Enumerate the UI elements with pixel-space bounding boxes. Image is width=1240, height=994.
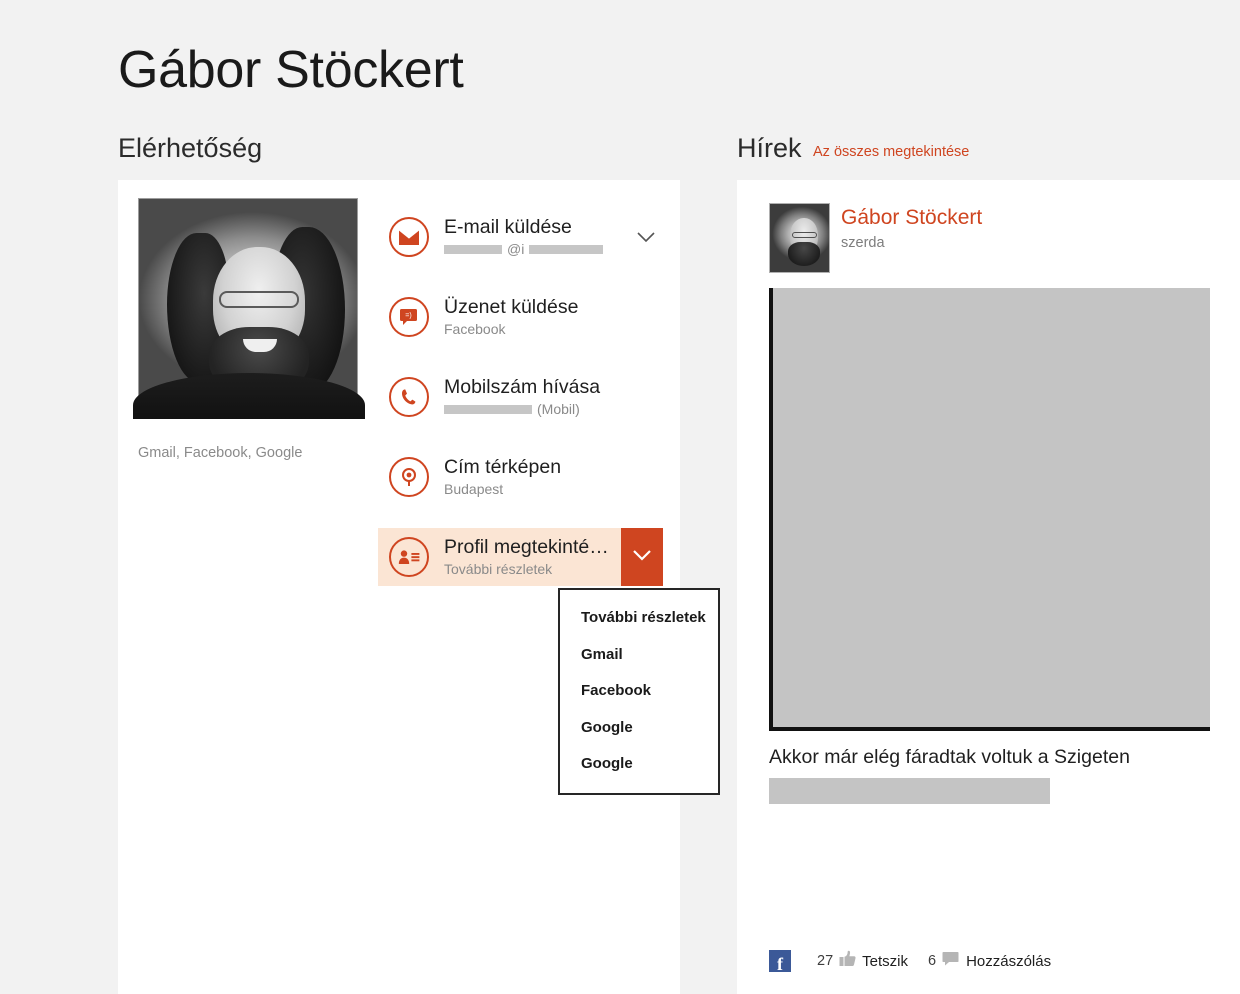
menu-item-gmail[interactable]: Gmail bbox=[560, 637, 718, 674]
action-subtitle-text: Budapest bbox=[444, 480, 504, 497]
news-post-footer: f 27 Tetszik 6 Hozzászólás bbox=[769, 950, 1051, 973]
action-subtitle: @i bbox=[444, 241, 629, 258]
redacted-bar bbox=[444, 244, 502, 254]
profile-dropdown-menu[interactable]: További részletek Gmail Facebook Google … bbox=[558, 588, 720, 795]
contact-detail-page: Gábor Stöckert Elérhetőség Gmail, Facebo… bbox=[0, 0, 1240, 994]
profile-dropdown-toggle[interactable] bbox=[621, 528, 663, 586]
contact-sources-label: Gmail, Facebook, Google bbox=[138, 445, 303, 461]
action-title: Üzenet küldése bbox=[444, 296, 579, 319]
svg-text:=): =) bbox=[405, 313, 411, 320]
phone-type-label: (Mobil) bbox=[537, 400, 580, 417]
action-row-send-email[interactable]: E-mail küldése @i bbox=[378, 208, 663, 266]
avatar-detail bbox=[792, 232, 817, 238]
redacted-bar bbox=[529, 244, 604, 254]
contact-actions-list: E-mail küldése @i =) Üzenet küldése Face… bbox=[378, 208, 663, 608]
avatar-detail bbox=[788, 242, 820, 266]
like-stat[interactable]: 27 Tetszik bbox=[817, 950, 908, 972]
photo-detail bbox=[133, 373, 365, 419]
map-pin-icon bbox=[388, 456, 430, 498]
action-title: Mobilszám hívása bbox=[444, 376, 601, 399]
email-domain-fragment: @i bbox=[507, 240, 525, 257]
redacted-bar bbox=[444, 404, 532, 414]
chevron-down-icon bbox=[633, 548, 651, 566]
action-row-view-profile[interactable]: Profil megtekinté… További részletek bbox=[378, 528, 663, 586]
news-post-meta: Gábor Stöckert szerda bbox=[841, 203, 982, 273]
action-subtitle-text: További részletek bbox=[444, 560, 553, 577]
action-title: E-mail küldése bbox=[444, 216, 572, 239]
menu-item-more-details[interactable]: További részletek bbox=[560, 600, 718, 637]
action-row-send-message[interactable]: =) Üzenet küldése Facebook bbox=[378, 288, 663, 346]
thumbs-up-icon bbox=[839, 950, 856, 972]
like-label: Tetszik bbox=[862, 952, 908, 970]
action-row-show-address-on-map[interactable]: Cím térképen Budapest bbox=[378, 448, 663, 506]
comment-stat[interactable]: 6 Hozzászólás bbox=[928, 951, 1051, 971]
phone-icon bbox=[388, 376, 430, 418]
comment-bubble-icon bbox=[942, 951, 960, 971]
menu-item-google-1[interactable]: Google bbox=[560, 710, 718, 747]
action-subtitle-text: Facebook bbox=[444, 320, 506, 337]
news-post-header: Gábor Stöckert szerda bbox=[769, 203, 982, 273]
news-section-heading: Hírek bbox=[737, 133, 802, 163]
action-text: Mobilszám hívása (Mobil) bbox=[444, 376, 663, 417]
news-post-date: szerda bbox=[841, 235, 885, 252]
comment-label: Hozzászólás bbox=[966, 952, 1052, 970]
action-subtitle: Budapest bbox=[444, 481, 663, 498]
action-subtitle: Facebook bbox=[444, 321, 663, 338]
news-post-body-redacted bbox=[769, 778, 1050, 804]
action-row-call-mobile[interactable]: Mobilszám hívása (Mobil) bbox=[378, 368, 663, 426]
menu-item-facebook[interactable]: Facebook bbox=[560, 673, 718, 710]
news-post-author[interactable]: Gábor Stöckert bbox=[841, 206, 982, 229]
action-subtitle: (Mobil) bbox=[444, 401, 663, 418]
comment-count: 6 bbox=[927, 953, 937, 969]
page-title: Gábor Stöckert bbox=[118, 41, 464, 99]
profile-card-icon bbox=[388, 536, 430, 578]
message-icon: =) bbox=[388, 296, 430, 338]
photo-detail bbox=[219, 291, 299, 308]
mail-icon bbox=[388, 216, 430, 258]
action-title: Cím térképen bbox=[444, 456, 562, 479]
news-post-image[interactable] bbox=[769, 288, 1210, 731]
facebook-icon[interactable]: f bbox=[769, 950, 791, 973]
action-text: E-mail küldése @i bbox=[444, 216, 629, 257]
like-count: 27 bbox=[817, 953, 834, 969]
action-text: Üzenet küldése Facebook bbox=[444, 296, 663, 337]
action-text: Cím térképen Budapest bbox=[444, 456, 663, 497]
news-post-caption: Akkor már elég fáradtak voltuk a Szigete… bbox=[769, 746, 1130, 768]
view-all-news-link[interactable]: Az összes megtekintése bbox=[813, 144, 969, 160]
chevron-down-icon[interactable] bbox=[629, 231, 663, 243]
avatar[interactable] bbox=[769, 203, 830, 273]
profile-photo bbox=[133, 198, 365, 419]
contact-section-heading: Elérhetőség bbox=[118, 133, 263, 163]
menu-item-google-2[interactable]: Google bbox=[560, 746, 718, 783]
